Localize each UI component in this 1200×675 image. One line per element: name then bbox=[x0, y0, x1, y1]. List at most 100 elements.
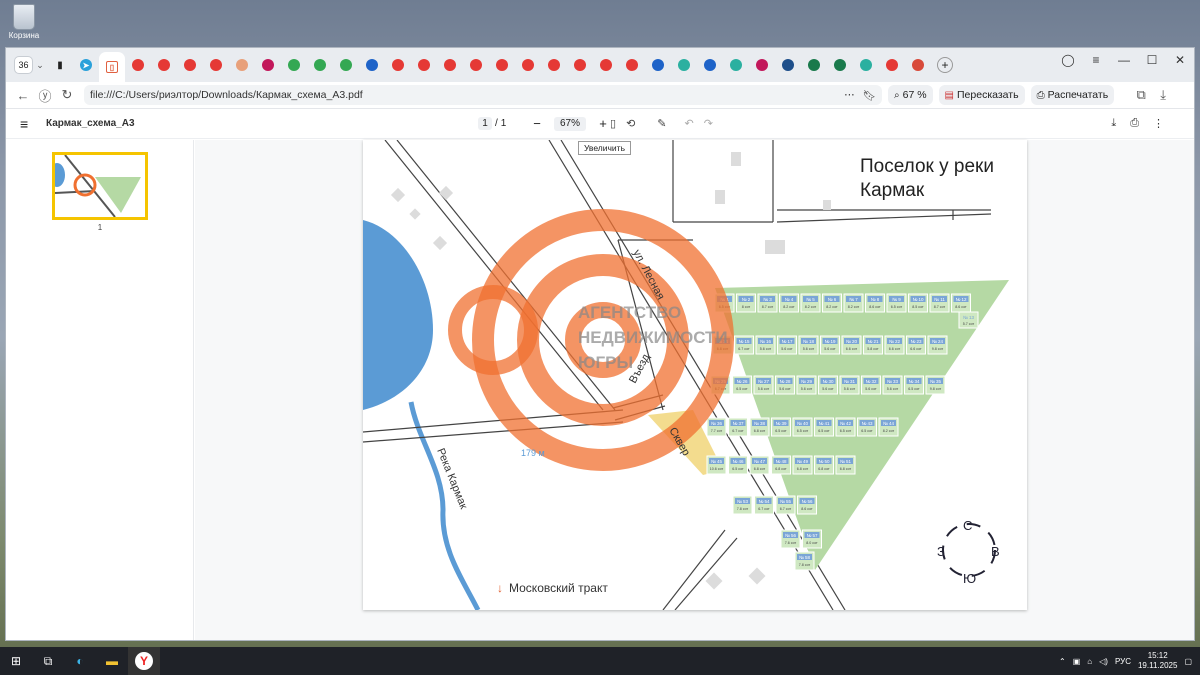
draw-icon[interactable]: ✎ bbox=[657, 117, 666, 130]
download-icon[interactable]: ⤓ bbox=[1111, 117, 1116, 130]
plot-area: 5.6 сот bbox=[760, 347, 772, 351]
hamburger-icon[interactable]: ≡ bbox=[20, 116, 28, 132]
tab-item[interactable] bbox=[541, 52, 567, 78]
tab-item[interactable] bbox=[593, 52, 619, 78]
notifications-icon[interactable]: ▢ bbox=[1184, 657, 1192, 666]
tab-item[interactable] bbox=[229, 52, 255, 78]
tab-item-active[interactable]: ▯ bbox=[99, 52, 125, 82]
tab-item[interactable] bbox=[359, 52, 385, 78]
plot-number: № 27 bbox=[758, 379, 770, 384]
plot-number: № 33 bbox=[887, 379, 899, 384]
plot-number: № 56 bbox=[785, 533, 797, 538]
volume-icon[interactable]: ◁) bbox=[1099, 657, 1108, 666]
more-options-icon[interactable]: ⋮ bbox=[1153, 117, 1164, 130]
tab-item[interactable] bbox=[723, 52, 749, 78]
page-thumbnail[interactable] bbox=[52, 152, 148, 220]
plot-area: 6.8 сот bbox=[840, 467, 852, 471]
print-icon[interactable]: ⎙ bbox=[1130, 117, 1139, 130]
chevron-down-icon[interactable]: ⌄ bbox=[33, 60, 47, 71]
plot-area: 7.8 сот bbox=[799, 563, 811, 567]
edge-icon[interactable]: ◐ bbox=[64, 647, 96, 675]
plot-area: 6.6 сот bbox=[889, 347, 901, 351]
language-indicator[interactable]: РУС bbox=[1115, 657, 1131, 666]
maximize-button[interactable]: ☐ bbox=[1138, 53, 1166, 67]
plot-area: 7.6 сот bbox=[785, 541, 797, 545]
plot-number: № 2 bbox=[742, 297, 751, 302]
tab-item[interactable] bbox=[411, 52, 437, 78]
yandex-icon[interactable]: ⓨ bbox=[34, 86, 56, 105]
clock[interactable]: 15:12 19.11.2025 bbox=[1138, 651, 1177, 671]
tab-item[interactable] bbox=[801, 52, 827, 78]
tab-item[interactable] bbox=[645, 52, 671, 78]
tab-item[interactable] bbox=[619, 52, 645, 78]
tab-item[interactable] bbox=[749, 52, 775, 78]
plot-number: № 21 bbox=[867, 339, 879, 344]
rotate-icon[interactable]: ⟲ bbox=[626, 117, 635, 130]
reload-icon[interactable]: ↻ bbox=[56, 87, 78, 103]
extensions-icon[interactable]: ⧉ bbox=[1130, 87, 1152, 103]
pdf-viewer: № 1 6.5 сот № 28 сот № 3 8.7 сот № 4 8.2 сот № … bbox=[195, 139, 1194, 640]
tab-count[interactable]: 36 bbox=[14, 56, 33, 74]
task-view-icon[interactable]: ⧉ bbox=[32, 647, 64, 675]
explorer-icon[interactable]: ▬ bbox=[96, 647, 128, 675]
plot-number: № 55 bbox=[780, 499, 792, 504]
page-number-input[interactable]: 1 bbox=[478, 117, 492, 130]
network-icon[interactable]: ⌂ bbox=[1087, 657, 1092, 666]
tab-item[interactable] bbox=[307, 52, 333, 78]
close-button[interactable]: ✕ bbox=[1166, 53, 1194, 67]
tab-item[interactable] bbox=[281, 52, 307, 78]
road-label: Московский тракт bbox=[509, 581, 608, 595]
plot-area: 5.6 сот bbox=[887, 387, 899, 391]
tab-item[interactable] bbox=[255, 52, 281, 78]
tab-item[interactable] bbox=[515, 52, 541, 78]
tab-item[interactable] bbox=[697, 52, 723, 78]
tab-item[interactable] bbox=[853, 52, 879, 78]
tray-app-icon[interactable]: ▣ bbox=[1073, 657, 1081, 666]
profile-icon[interactable]: ◯ bbox=[1054, 53, 1082, 67]
tab-item[interactable] bbox=[437, 52, 463, 78]
plot-area: 6.8 сот bbox=[818, 467, 830, 471]
menu-icon[interactable]: ≡ bbox=[1082, 53, 1110, 67]
downloads-icon[interactable]: ⤓ bbox=[1152, 87, 1174, 103]
tab-item[interactable] bbox=[463, 52, 489, 78]
tab-item[interactable] bbox=[905, 52, 931, 78]
tab-item[interactable] bbox=[151, 52, 177, 78]
tray-chevron-icon[interactable]: ⌃ bbox=[1059, 657, 1066, 666]
tab-item[interactable] bbox=[671, 52, 697, 78]
tab-item[interactable] bbox=[567, 52, 593, 78]
tab-item[interactable] bbox=[125, 52, 151, 78]
retell-button[interactable]: ▤ Пересказать bbox=[938, 85, 1025, 105]
tab-item[interactable] bbox=[177, 52, 203, 78]
back-icon[interactable]: ← bbox=[12, 88, 34, 103]
more-icon[interactable]: ⋯ bbox=[844, 89, 855, 101]
zoom-indicator[interactable]: ⌕ 67 % bbox=[888, 85, 933, 105]
tab-item[interactable] bbox=[879, 52, 905, 78]
plot-number: № 30 bbox=[822, 379, 834, 384]
zoom-value[interactable]: 67% bbox=[554, 116, 586, 131]
windows-start-icon[interactable]: ⊞ bbox=[0, 647, 32, 675]
site-favicon-icon bbox=[600, 59, 612, 71]
tab-item[interactable] bbox=[333, 52, 359, 78]
tab-item[interactable] bbox=[489, 52, 515, 78]
address-field[interactable]: file:///C:/Users/риэлтор/Downloads/Карма… bbox=[84, 85, 882, 105]
minimize-button[interactable]: — bbox=[1110, 53, 1138, 67]
plot-area: 6.6 сот bbox=[910, 347, 922, 351]
redo-icon[interactable]: ↷ bbox=[704, 117, 713, 130]
pdf-right-tools: ⤓ ⎙ ⋮ bbox=[1111, 117, 1164, 130]
print-page-button[interactable]: ⎙ Распечатать bbox=[1030, 85, 1115, 105]
tab-item[interactable] bbox=[775, 52, 801, 78]
yandex-browser-icon[interactable]: Y bbox=[128, 647, 160, 675]
tab-item[interactable]: ▮ bbox=[47, 52, 73, 78]
tab-item[interactable]: ➤ bbox=[73, 52, 99, 78]
plot-area: 6.5 сот bbox=[840, 429, 852, 433]
fit-page-icon[interactable]: ▯ bbox=[610, 117, 616, 130]
new-tab-button[interactable]: + bbox=[937, 57, 953, 73]
tab-item[interactable] bbox=[203, 52, 229, 78]
recycle-bin[interactable]: Корзина bbox=[6, 4, 42, 40]
undo-icon[interactable]: ↶ bbox=[685, 117, 694, 130]
tab-item[interactable] bbox=[385, 52, 411, 78]
site-favicon-icon bbox=[860, 59, 872, 71]
zoom-out-button[interactable]: − bbox=[526, 116, 548, 131]
bookmark-icon[interactable]: 🔖︎ bbox=[863, 89, 876, 102]
tab-item[interactable] bbox=[827, 52, 853, 78]
